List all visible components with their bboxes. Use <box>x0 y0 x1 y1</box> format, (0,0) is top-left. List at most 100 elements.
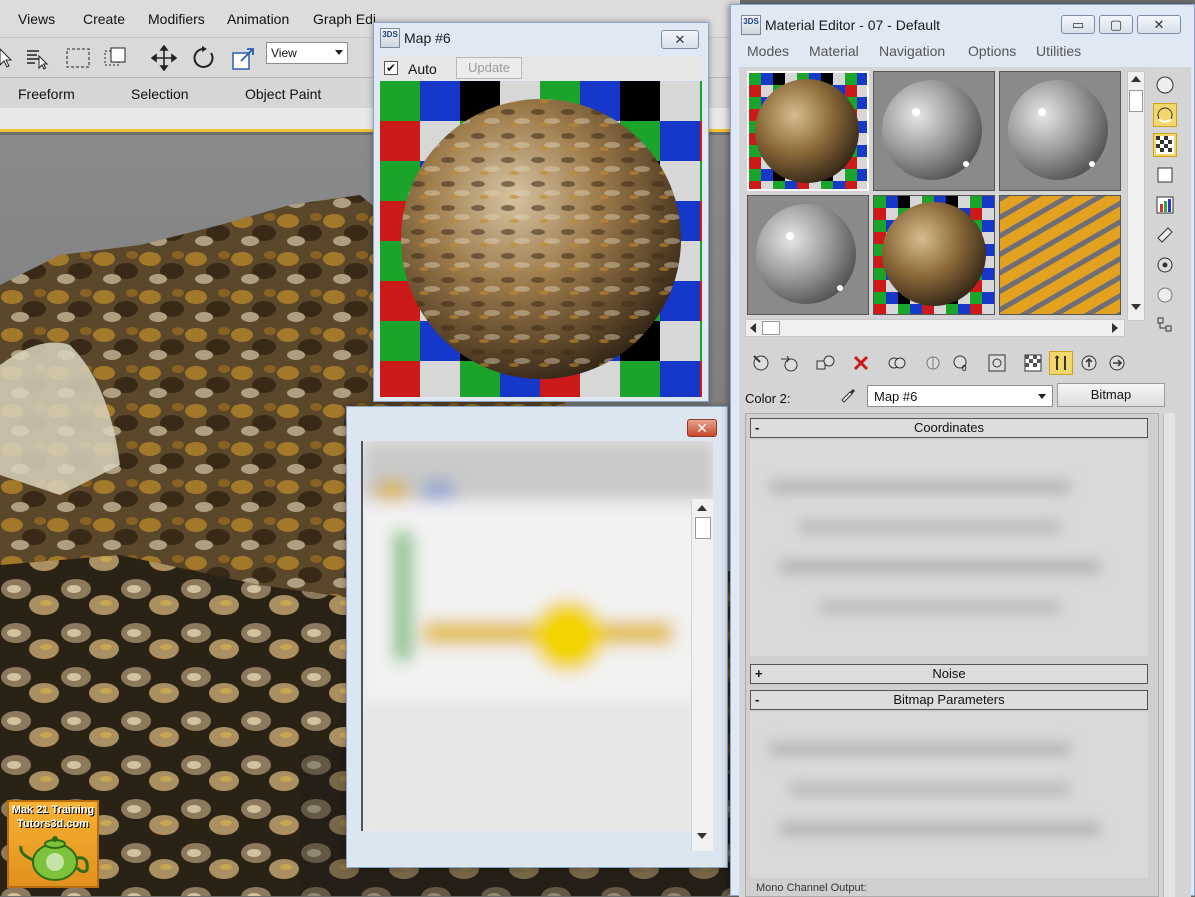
scroll-thumb[interactable] <box>762 321 780 335</box>
material-editor-body: 0 Color 2: Map #6 Bitmap - Coordinates +… <box>739 67 1191 897</box>
scroll-up-icon[interactable] <box>1131 76 1141 82</box>
mono-channel-output-label: Mono Channel Output: <box>756 882 867 894</box>
chevron-down-icon <box>1038 394 1046 399</box>
show-map-in-viewport-icon[interactable] <box>1021 351 1045 375</box>
reset-map-icon[interactable] <box>849 351 873 375</box>
map-preview-render <box>380 81 702 397</box>
close-button[interactable]: ✕ <box>1137 15 1181 34</box>
map-name-select[interactable]: Map #6 <box>867 385 1053 407</box>
material-id-channel-icon[interactable]: 0 <box>949 351 973 375</box>
rollout-bitmap-parameters[interactable]: - Bitmap Parameters <box>750 690 1148 710</box>
auto-checkbox[interactable]: ✔ <box>384 61 398 75</box>
tab-object-paint[interactable]: Object Paint <box>245 86 321 102</box>
rollout-label: Bitmap Parameters <box>893 692 1005 707</box>
window-crossing-icon[interactable] <box>102 44 130 72</box>
reference-coordinate-select[interactable]: View <box>266 42 348 64</box>
sample-sphere-icon <box>749 73 867 189</box>
scroll-thumb[interactable] <box>695 517 711 539</box>
sample-uv-tiling-icon[interactable] <box>1153 163 1177 187</box>
sample-slot-2[interactable] <box>873 71 995 191</box>
options-icon[interactable] <box>1153 253 1177 277</box>
rollout-scrollbar[interactable] <box>1163 413 1175 897</box>
slots-vertical-scrollbar[interactable] <box>1127 71 1145 321</box>
rollout-toggle-sign: - <box>755 692 760 707</box>
video-color-check-icon[interactable] <box>1153 193 1177 217</box>
rollout-label: Coordinates <box>913 420 985 435</box>
material-map-navigator-icon[interactable] <box>1153 313 1177 337</box>
menu-options[interactable]: Options <box>968 43 1016 59</box>
go-to-parent-icon[interactable] <box>1077 351 1101 375</box>
chevron-down-icon <box>335 50 343 55</box>
scroll-right-icon[interactable] <box>1112 323 1118 333</box>
minimize-button[interactable]: ▭ <box>1061 15 1095 34</box>
coordinates-rollout-body <box>750 440 1148 656</box>
show-end-result-icon[interactable] <box>1049 351 1073 375</box>
make-preview-icon[interactable] <box>1153 223 1177 247</box>
rollout-panel: - Coordinates + Noise - Bitmap Parameter… <box>745 413 1159 897</box>
close-button[interactable]: ✕ <box>687 419 717 437</box>
texture-swatch-icon <box>1000 196 1120 314</box>
vertical-scrollbar[interactable] <box>691 499 713 851</box>
app-logo-icon: 3DS <box>741 15 761 35</box>
menu-navigation[interactable]: Navigation <box>879 43 945 59</box>
update-button[interactable]: Update <box>456 57 522 79</box>
scale-icon[interactable] <box>230 44 258 72</box>
tab-freeform[interactable]: Freeform <box>18 86 75 102</box>
eyedropper-icon[interactable] <box>837 384 859 406</box>
rollout-toggle-sign: - <box>755 420 760 435</box>
move-icon[interactable] <box>150 44 178 72</box>
select-by-material-icon[interactable] <box>1153 283 1177 307</box>
blurred-content-image <box>363 441 713 831</box>
select-icon[interactable] <box>0 44 20 72</box>
put-to-library-icon[interactable] <box>921 351 945 375</box>
sample-type-icon[interactable] <box>1153 73 1177 97</box>
go-forward-to-sibling-icon[interactable] <box>1105 351 1129 375</box>
slots-horizontal-scrollbar[interactable] <box>745 319 1125 337</box>
material-editor-title: Material Editor - 07 - Default <box>765 17 941 33</box>
get-material-icon[interactable] <box>749 351 773 375</box>
scroll-thumb[interactable] <box>1129 90 1143 112</box>
rollout-label: Noise <box>932 666 966 681</box>
rotate-icon[interactable] <box>190 44 218 72</box>
assign-to-selection-icon[interactable] <box>813 351 837 375</box>
rollout-toggle-sign: + <box>755 666 763 681</box>
put-to-scene-icon[interactable] <box>777 351 801 375</box>
sample-slot-4[interactable] <box>747 195 869 315</box>
map-name-value: Map #6 <box>874 389 918 404</box>
maximize-button[interactable]: ▢ <box>1099 15 1133 34</box>
rollout-noise[interactable]: + Noise <box>750 664 1148 684</box>
menu-views[interactable]: Views <box>18 11 55 27</box>
menu-modes[interactable]: Modes <box>747 43 789 59</box>
menu-utilities[interactable]: Utilities <box>1036 43 1081 59</box>
background-icon[interactable] <box>1153 133 1177 157</box>
menu-create[interactable]: Create <box>83 11 125 27</box>
make-unique-icon[interactable] <box>885 351 909 375</box>
sample-slot-5[interactable] <box>873 195 995 315</box>
menu-animation[interactable]: Animation <box>227 11 289 27</box>
show-shaded-map-icon[interactable] <box>985 351 1009 375</box>
select-by-name-icon[interactable] <box>24 44 52 72</box>
backlight-icon[interactable] <box>1153 103 1177 127</box>
svg-text:0: 0 <box>962 364 967 373</box>
sample-slot-6[interactable] <box>999 195 1121 315</box>
scroll-down-icon[interactable] <box>1131 304 1141 310</box>
map-type-button[interactable]: Bitmap <box>1057 383 1165 407</box>
blurred-dialog-window: ✕ <box>346 406 728 868</box>
rollout-coordinates[interactable]: - Coordinates <box>750 418 1148 438</box>
scroll-down-icon[interactable] <box>697 833 707 839</box>
sample-sphere-icon <box>874 196 994 314</box>
tab-selection[interactable]: Selection <box>131 86 189 102</box>
menu-modifiers[interactable]: Modifiers <box>148 11 205 27</box>
tutorial-logo-badge: Mak 21 Training Tutors3d.com <box>7 800 99 888</box>
sample-slot-3[interactable] <box>999 71 1121 191</box>
scroll-left-icon[interactable] <box>750 323 756 333</box>
sample-slot-1[interactable] <box>747 71 869 191</box>
scroll-up-icon[interactable] <box>697 505 707 511</box>
auto-label: Auto <box>408 61 437 77</box>
rect-region-icon[interactable] <box>64 44 92 72</box>
close-button[interactable]: ✕ <box>661 30 699 49</box>
material-editor-window: 3DS Material Editor - 07 - Default ▭ ▢ ✕… <box>730 4 1195 897</box>
menu-graph-editors[interactable]: Graph Edi <box>313 11 376 27</box>
material-editor-menu: Modes Material Navigation Options Utilit… <box>739 39 1187 65</box>
menu-material[interactable]: Material <box>809 43 859 59</box>
